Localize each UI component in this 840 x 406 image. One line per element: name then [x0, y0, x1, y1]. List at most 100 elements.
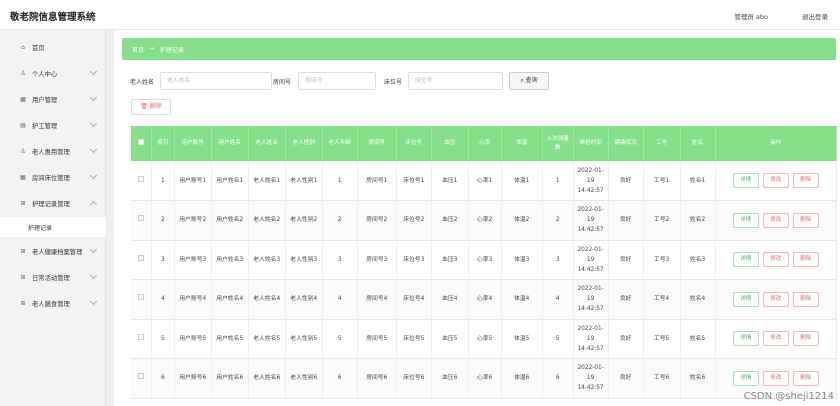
batch-delete-label: 删除 [149, 103, 162, 110]
cell-account: 用户账号6 [174, 358, 212, 399]
cell-name: 姓名1 [680, 161, 716, 201]
delete-button[interactable]: 删除 [792, 212, 819, 228]
chevron-down-icon [89, 67, 98, 76]
cell-ename: 老人姓名1 [248, 161, 286, 201]
detail-button[interactable]: 详情 [732, 173, 759, 188]
cell-gender: 老人性别5 [285, 319, 323, 359]
edit-button[interactable]: 修改 [762, 370, 789, 386]
column-header: 老人姓名 [248, 126, 286, 161]
search-button[interactable]: ⌕ 查询 [509, 72, 549, 90]
sidebar-subitem-nursing-records[interactable]: 护理记录 [0, 217, 106, 237]
cell-health: 良好 [608, 358, 644, 399]
column-header: 老人性别 [285, 126, 323, 161]
cell-time: 2022-01-19 14:42:57 [573, 240, 609, 280]
cell-cnt: 3 [542, 240, 574, 280]
cell-idx: 2 [151, 200, 175, 241]
cell-account: 用户账号3 [174, 240, 212, 280]
cell-uname: 用户姓名4 [211, 279, 249, 320]
cell-jobno: 工号5 [643, 319, 681, 359]
row-checkbox[interactable] [131, 279, 153, 320]
cell-jobno: 工号4 [643, 279, 681, 320]
edit-button[interactable]: 修改 [762, 291, 789, 307]
elder-name-label: 老人姓名 [130, 79, 155, 86]
edit-button[interactable]: 修改 [762, 331, 789, 347]
sidebar-item-users[interactable]: ▦ 用户管理 [0, 87, 106, 111]
delete-button[interactable]: 删除 [792, 291, 819, 307]
chevron-down-icon [89, 145, 98, 154]
cell-cnt: 2 [542, 200, 574, 241]
cell-hr: 心率2 [468, 200, 502, 241]
table-body: 1 用户账号1 用户姓名1 老人姓名1 老人性别1 1 房间号1 床位号1 血压1 心率1 体温1 1… [131, 161, 837, 399]
delete-button[interactable]: 删除 [792, 370, 819, 386]
sidebar-item-label: 老人健康档案管理 [32, 248, 83, 256]
cell-gender: 老人性别1 [285, 161, 323, 201]
sidebar-item-profile[interactable]: ♙ 个人中心 [0, 61, 106, 85]
sidebar-item-label: 护理记录管理 [32, 200, 70, 208]
room-no-input[interactable]: 房间号 [298, 72, 376, 90]
delete-button[interactable]: 删除 [792, 252, 819, 268]
records-table: 索引 用户账号 用户姓名 老人姓名 老人性别 老人年龄 房间号 床位号 血压 心… [131, 126, 837, 399]
trash-icon: 🗑 [140, 103, 150, 110]
cell-bp: 血压1 [431, 161, 469, 201]
grid-icon: ▦ [20, 173, 26, 181]
cell-hr: 心率1 [468, 161, 502, 201]
sidebar-item-home[interactable]: ⌂ 首页 [0, 35, 106, 59]
column-header: 用户账号 [174, 126, 212, 161]
cell-actions: 详情 修改 删除 [715, 161, 837, 201]
sidebar-item-meals[interactable]: ⊞ 老人膳食管理 [0, 291, 106, 315]
sidebar-item-elderly-fees[interactable]: ♙ 老人惠用管理 [0, 139, 106, 163]
bed-no-input[interactable]: 床位号 [408, 72, 503, 90]
app-title: 敬老院信息管理系统 [10, 12, 96, 23]
row-checkbox[interactable] [131, 319, 153, 359]
column-header: 房间号 [357, 126, 397, 161]
sidebar-item-activities[interactable]: ⊞ 日常活动管理 [0, 265, 106, 289]
sidebar-item-nursing[interactable]: ⊞ 护理记录管理 [0, 191, 106, 215]
row-checkbox[interactable] [131, 200, 153, 241]
cell-room: 房间号2 [357, 200, 397, 241]
sidebar-item-label: 日常活动管理 [32, 274, 70, 282]
elder-name-input[interactable]: 老人姓名 [160, 72, 272, 90]
chevron-down-icon [89, 93, 98, 102]
cell-ename: 老人姓名4 [248, 279, 286, 320]
cell-health: 良好 [608, 279, 644, 320]
delete-button[interactable]: 删除 [792, 331, 819, 347]
cell-bp: 血压6 [431, 358, 469, 399]
sidebar-item-label: 老人膳食管理 [32, 300, 70, 308]
cell-actions: 详情 修改 删除 [715, 319, 837, 359]
column-header: 操作 [715, 126, 837, 161]
detail-button[interactable]: 详情 [732, 331, 759, 347]
breadcrumb-home[interactable]: 首页 [132, 45, 144, 54]
sidebar-item-label: 护工管理 [32, 122, 58, 130]
cell-bed: 床位号4 [396, 279, 432, 320]
sidebar-item-caregivers[interactable]: ▤ 护工管理 [0, 113, 106, 137]
cell-account: 用户账号2 [174, 200, 212, 241]
column-header: 索引 [151, 126, 175, 161]
column-header: 姓名 [680, 126, 716, 161]
cell-name: 姓名5 [680, 319, 716, 359]
edit-button[interactable]: 修改 [762, 212, 789, 228]
table-header-row: 索引 用户账号 用户姓名 老人姓名 老人性别 老人年龄 房间号 床位号 血压 心… [131, 126, 837, 161]
cell-room: 房间号6 [357, 358, 397, 399]
batch-delete-button[interactable]: 🗑 删除 [131, 99, 171, 115]
detail-button[interactable]: 详情 [732, 291, 759, 307]
row-checkbox[interactable] [131, 358, 153, 399]
cell-ename: 老人姓名2 [248, 200, 286, 241]
cell-name: 姓名2 [680, 200, 716, 241]
detail-button[interactable]: 详情 [732, 212, 759, 228]
detail-button[interactable]: 详情 [732, 252, 759, 268]
row-checkbox[interactable] [131, 240, 153, 280]
logout-button[interactable]: 退出登录 [802, 11, 828, 21]
delete-button[interactable]: 删除 [792, 173, 819, 188]
sidebar-item-health-records[interactable]: ⊞ 老人健康档案管理 [0, 239, 106, 263]
cell-health: 良好 [608, 161, 644, 201]
search-button-label: 查询 [525, 77, 538, 84]
chevron-down-icon [89, 171, 98, 180]
edit-button[interactable]: 修改 [762, 252, 789, 268]
row-checkbox[interactable] [131, 161, 153, 201]
select-all-checkbox[interactable] [131, 126, 153, 161]
detail-button[interactable]: 详情 [732, 370, 759, 386]
sidebar-item-rooms[interactable]: ▦ 房间床位管理 [0, 165, 106, 189]
cell-jobno: 工号6 [643, 358, 681, 399]
edit-button[interactable]: 修改 [762, 173, 789, 188]
chevron-down-icon [89, 245, 98, 254]
